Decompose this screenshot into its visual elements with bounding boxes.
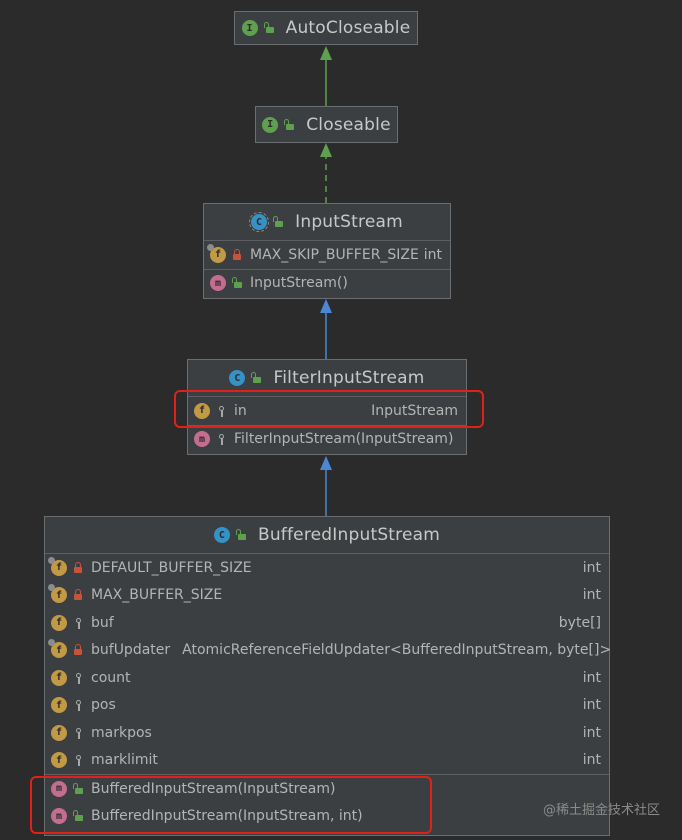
fields-section: f DEFAULT_BUFFER_SIZE int f MAX_BUFFER_S… <box>45 553 612 775</box>
highlight-bufferedinputstream-constructors <box>30 776 432 834</box>
field-type: int <box>582 669 601 686</box>
field-type: int <box>582 587 601 604</box>
public-lock-icon <box>232 277 242 289</box>
field-row[interactable]: f bufUpdater AtomicReferenceFieldUpdater… <box>45 637 612 665</box>
field-name: markpos <box>91 724 152 741</box>
method-row[interactable]: m FilterInputStream(InputStream) <box>188 426 466 454</box>
static-field-icon: f <box>207 243 226 263</box>
protected-key-icon <box>216 433 226 446</box>
public-lock-icon <box>284 118 295 131</box>
field-row[interactable]: f MAX_BUFFER_SIZE int <box>45 582 609 610</box>
field-name: pos <box>91 697 116 714</box>
field-type: int <box>423 246 442 263</box>
private-lock-icon <box>232 248 242 261</box>
protected-key-icon <box>73 727 83 739</box>
method-row[interactable]: m InputStream() <box>204 270 450 298</box>
class-box-closeable[interactable]: I Closeable <box>255 106 398 143</box>
method-icon: m <box>194 431 210 448</box>
field-row[interactable]: f pos int <box>45 692 609 720</box>
public-lock-icon <box>273 216 284 228</box>
field-row[interactable]: f marklimit int <box>45 747 609 775</box>
field-icon: f <box>51 669 67 686</box>
closeable-to-autocloseable-arrowhead <box>320 46 332 60</box>
public-lock-icon <box>251 372 262 384</box>
method-icon: m <box>210 275 226 292</box>
filterinputstream-to-inputstream-arrowhead <box>320 299 332 313</box>
class-icon: C <box>213 527 230 543</box>
field-name: MAX_BUFFER_SIZE <box>91 587 223 604</box>
field-icon: f <box>51 614 67 631</box>
field-name: count <box>91 669 131 686</box>
abstract-class-icon: C <box>249 212 270 232</box>
class-header-closeable: I Closeable <box>256 107 397 142</box>
class-header-autocloseable: I AutoCloseable <box>235 12 417 44</box>
private-lock-icon <box>73 644 83 656</box>
field-type: byte[] <box>558 614 601 631</box>
protected-key-icon <box>73 672 83 684</box>
field-name: marklimit <box>91 752 158 769</box>
class-name: AutoCloseable <box>285 18 411 38</box>
static-field-icon: f <box>48 639 67 659</box>
class-box-autocloseable[interactable]: I AutoCloseable <box>234 11 418 45</box>
highlight-filterinputstream-in-field <box>174 390 484 428</box>
field-type: int <box>582 559 601 576</box>
class-header-inputstream: C InputStream <box>204 204 450 240</box>
class-name: FilterInputStream <box>273 368 425 388</box>
public-lock-icon <box>235 529 246 541</box>
field-name: buf <box>91 614 114 631</box>
field-type: int <box>582 724 601 741</box>
static-field-icon: f <box>48 556 67 576</box>
field-icon: f <box>51 752 67 769</box>
private-lock-icon <box>73 589 83 601</box>
field-icon: f <box>51 697 67 714</box>
private-lock-icon <box>73 561 83 574</box>
static-field-icon: f <box>48 584 67 604</box>
field-name: MAX_SKIP_BUFFER_SIZE <box>250 246 419 263</box>
class-box-inputstream[interactable]: C InputStream f MAX_SKIP_BUFFER_SIZE int… <box>203 203 451 299</box>
protected-key-icon <box>73 699 83 712</box>
watermark: @稀土掘金技术社区 <box>542 803 660 818</box>
class-icon: C <box>229 370 246 386</box>
field-row[interactable]: f DEFAULT_BUFFER_SIZE int <box>45 554 609 582</box>
fields-section: f MAX_SKIP_BUFFER_SIZE int <box>204 240 450 269</box>
inputstream-to-closeable-arrowhead <box>320 143 332 157</box>
field-type: int <box>582 697 601 714</box>
method-name: InputStream() <box>250 275 348 292</box>
class-header-bufferedinputstream: C BufferedInputStream <box>45 517 609 553</box>
interface-icon: I <box>241 20 258 36</box>
field-row[interactable]: f buf byte[] <box>45 609 609 637</box>
class-name: BufferedInputStream <box>257 525 441 545</box>
protected-key-icon <box>73 617 83 629</box>
class-name: InputStream <box>295 212 403 232</box>
field-row[interactable]: f count int <box>45 664 609 692</box>
field-row[interactable]: f markpos int <box>45 719 609 747</box>
field-type: int <box>582 752 601 769</box>
method-name: FilterInputStream(InputStream) <box>234 431 454 448</box>
methods-section: m InputStream() <box>204 268 450 298</box>
class-name: Closeable <box>306 114 391 135</box>
interface-icon: I <box>262 116 279 133</box>
field-name: DEFAULT_BUFFER_SIZE <box>91 559 252 576</box>
methods-section: m FilterInputStream(InputStream) <box>188 424 466 454</box>
bufferedinputstream-to-filterinputstream-arrowhead <box>320 456 332 470</box>
field-icon: f <box>51 724 67 741</box>
public-lock-icon <box>263 22 274 34</box>
field-name: bufUpdater <box>91 642 171 659</box>
protected-key-icon <box>73 754 83 767</box>
field-type: AtomicReferenceFieldUpdater<BufferedInpu… <box>182 642 612 659</box>
field-row[interactable]: f MAX_SKIP_BUFFER_SIZE int <box>204 241 450 269</box>
